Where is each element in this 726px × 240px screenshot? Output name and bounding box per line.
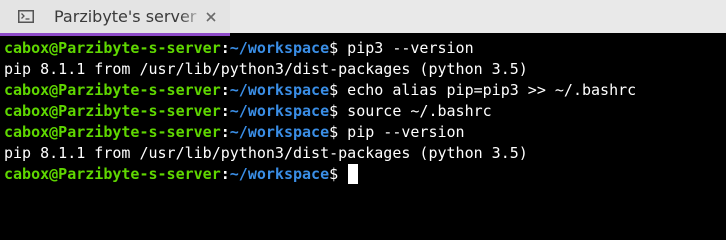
prompt-line: cabox@Parzibyte-s-server:~/workspace$ so… bbox=[4, 101, 722, 122]
output-line: pip 8.1.1 from /usr/lib/python3/dist-pac… bbox=[4, 59, 722, 80]
prompt-separator: : bbox=[220, 81, 230, 99]
command-text: source ~/.bashrc bbox=[338, 102, 492, 120]
prompt-separator: : bbox=[220, 123, 230, 141]
prompt-path: ~/workspace bbox=[229, 165, 330, 183]
command-text: echo alias pip=pip3 >> ~/.bashrc bbox=[338, 81, 637, 99]
terminal-window: Parzibyte's server cabox@Parzibyte-s-ser… bbox=[0, 0, 726, 207]
prompt-separator: : bbox=[220, 165, 230, 183]
prompt-symbol: $ bbox=[329, 39, 339, 57]
prompt-symbol: $ bbox=[329, 102, 339, 120]
prompt-line: cabox@Parzibyte-s-server:~/workspace$ bbox=[4, 164, 722, 185]
prompt-symbol: $ bbox=[329, 123, 339, 141]
prompt-user-host: cabox@Parzibyte-s-server bbox=[4, 39, 221, 57]
prompt-separator: : bbox=[220, 39, 230, 57]
prompt-symbol: $ bbox=[329, 81, 339, 99]
tab-terminal[interactable]: Parzibyte's server bbox=[0, 0, 230, 33]
command-text bbox=[338, 165, 347, 183]
tab-title-fade bbox=[180, 4, 204, 30]
terminal-output[interactable]: cabox@Parzibyte-s-server:~/workspace$ pi… bbox=[4, 38, 722, 207]
prompt-separator: : bbox=[220, 102, 230, 120]
close-icon[interactable] bbox=[204, 10, 218, 24]
command-text: pip --version bbox=[338, 123, 465, 141]
terminal-icon bbox=[18, 10, 34, 23]
prompt-path: ~/workspace bbox=[229, 39, 330, 57]
command-text: pip3 --version bbox=[338, 39, 474, 57]
output-text: pip 8.1.1 from /usr/lib/python3/dist-pac… bbox=[4, 60, 528, 78]
prompt-user-host: cabox@Parzibyte-s-server bbox=[4, 165, 221, 183]
tab-bar: Parzibyte's server bbox=[0, 0, 726, 36]
prompt-path: ~/workspace bbox=[229, 102, 330, 120]
output-line: pip 8.1.1 from /usr/lib/python3/dist-pac… bbox=[4, 143, 722, 164]
text-cursor bbox=[348, 164, 359, 184]
prompt-symbol: $ bbox=[329, 165, 339, 183]
prompt-user-host: cabox@Parzibyte-s-server bbox=[4, 123, 221, 141]
prompt-path: ~/workspace bbox=[229, 123, 330, 141]
active-tab-indicator bbox=[0, 33, 230, 36]
prompt-line: cabox@Parzibyte-s-server:~/workspace$ pi… bbox=[4, 122, 722, 143]
prompt-line: cabox@Parzibyte-s-server:~/workspace$ pi… bbox=[4, 38, 722, 59]
prompt-user-host: cabox@Parzibyte-s-server bbox=[4, 81, 221, 99]
prompt-path: ~/workspace bbox=[229, 81, 330, 99]
prompt-line: cabox@Parzibyte-s-server:~/workspace$ ec… bbox=[4, 80, 722, 101]
output-text: pip 8.1.1 from /usr/lib/python3/dist-pac… bbox=[4, 144, 528, 162]
prompt-user-host: cabox@Parzibyte-s-server bbox=[4, 102, 221, 120]
